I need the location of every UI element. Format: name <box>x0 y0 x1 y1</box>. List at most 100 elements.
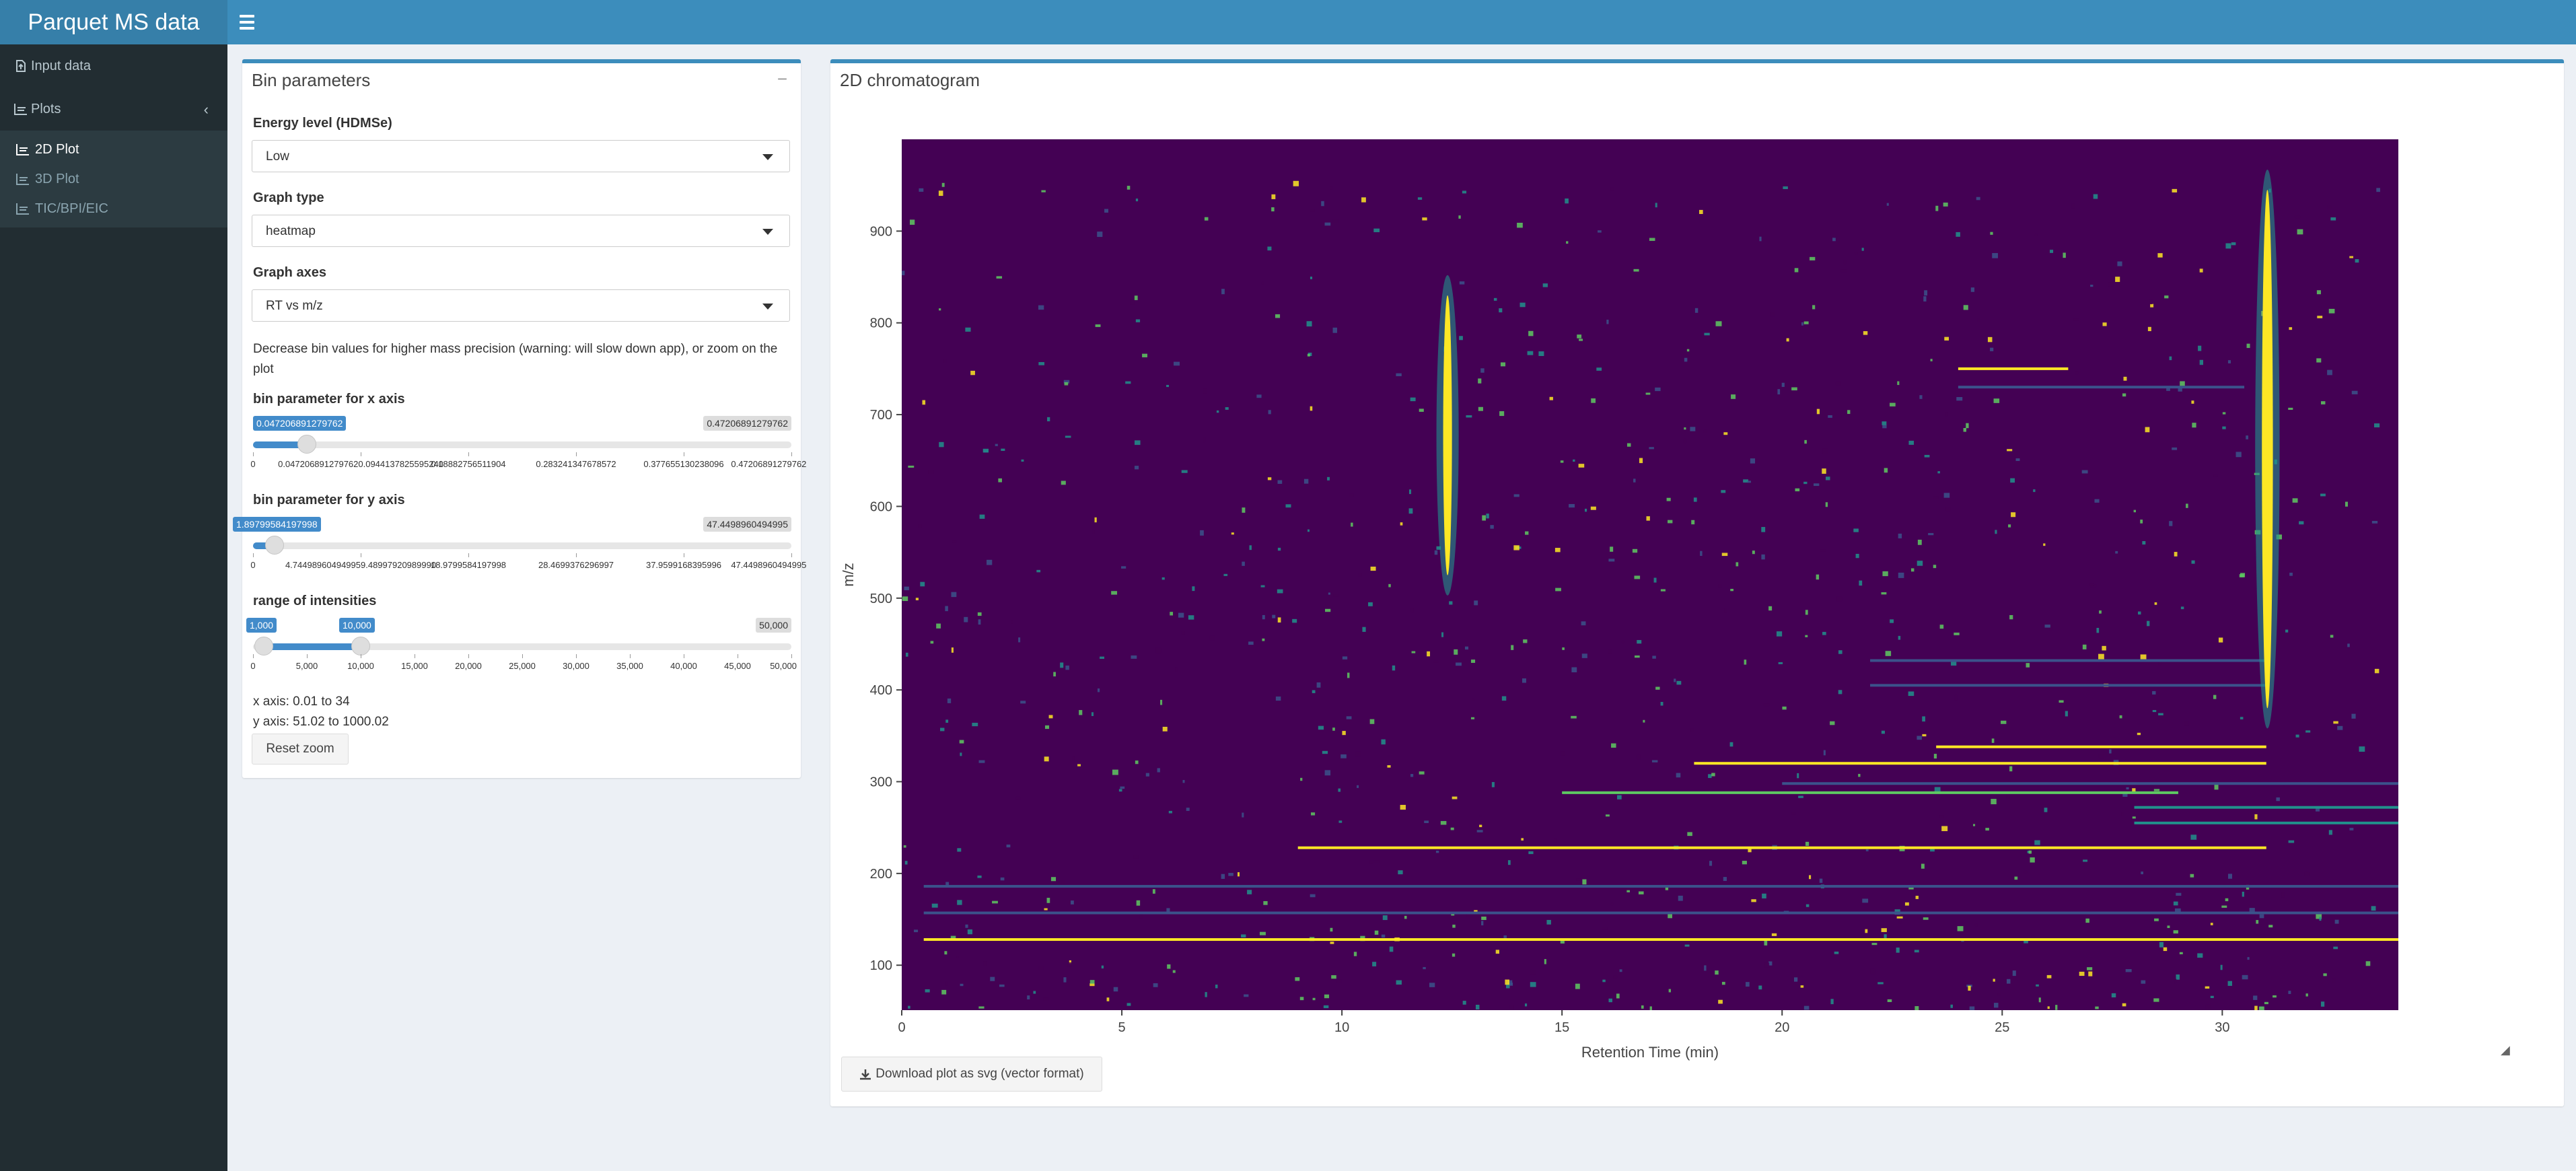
sidebar-item-label: 3D Plot <box>35 171 79 186</box>
y-bin-label: bin parameter for y axis <box>253 493 405 507</box>
slider-tick-label: 0 <box>250 661 256 671</box>
sidebar: Input data Plots ‹ 2D Plot 3D Plot TIC/B… <box>0 44 227 1171</box>
x-axis-range-text: x axis: 0.01 to 34 <box>253 695 350 709</box>
sidebar-item-plots[interactable]: Plots ‹ <box>0 87 227 131</box>
slider-tick-label: 35,000 <box>616 661 643 671</box>
file-upload-icon <box>13 59 28 73</box>
slider-tick <box>253 654 254 658</box>
slider-max-tag: 47.4498960494995 <box>703 517 791 532</box>
line-chart-icon <box>16 172 31 186</box>
energy-level-value: Low <box>266 149 289 164</box>
slider-handle[interactable] <box>297 435 316 454</box>
slider-tick <box>522 654 523 658</box>
collapse-icon[interactable]: − <box>777 69 787 90</box>
slider-handle-low[interactable] <box>254 637 273 655</box>
graph-type-select[interactable]: heatmap <box>252 215 790 247</box>
y-tick-label: 600 <box>870 499 892 514</box>
slider-tick-label: 28.4699376296997 <box>538 560 614 570</box>
graph-type-label: Graph type <box>253 190 324 205</box>
slider-tick-label: 20,000 <box>455 661 482 671</box>
slider-tick <box>791 654 792 658</box>
slider-tick <box>468 553 469 557</box>
slider-tick <box>253 553 254 557</box>
download-svg-button[interactable]: Download plot as svg (vector format) <box>841 1057 1102 1092</box>
slider-tick-label: 0 <box>250 560 256 570</box>
y-tick-label: 300 <box>870 775 892 790</box>
slider-fill <box>264 643 361 650</box>
y-tick-label: 200 <box>870 867 892 882</box>
slider-tick-label: 18.9799584197998 <box>430 560 507 570</box>
slider-tick-label: 0.377655130238096 <box>643 459 724 469</box>
y-tick-label: 700 <box>870 408 892 423</box>
app-logo[interactable]: Parquet MS data <box>0 0 227 44</box>
x-tick-label: 10 <box>1334 1020 1349 1035</box>
slider-tick-label: 37.9599168395996 <box>645 560 722 570</box>
x-tick-label: 30 <box>2215 1020 2229 1035</box>
y-axis-title: m/z <box>840 563 857 586</box>
bin-help-text: Decrease bin values for higher mass prec… <box>253 342 778 376</box>
slider-tick-label: 47.4498960494995 <box>731 560 807 570</box>
intensity-range-slider[interactable]: 1,000 10,000 50,000 0 5,000 10,000 15,000 20,00… <box>246 618 797 678</box>
slider-tick-label: 15,000 <box>401 661 428 671</box>
sidebar-submenu-plots: 2D Plot 3D Plot TIC/BPI/EIC <box>0 131 227 227</box>
slider-tick-label: 0.18882756511904 <box>431 459 506 469</box>
intensity-range-label: range of intensities <box>253 594 377 608</box>
x-tick-label: 5 <box>1118 1020 1125 1035</box>
x-axis-title: Retention Time (min) <box>1581 1044 1719 1061</box>
reset-zoom-button[interactable]: Reset zoom <box>252 734 349 765</box>
x-tick-label: 15 <box>1554 1020 1569 1035</box>
slider-tick <box>468 654 469 658</box>
energy-level-select[interactable]: Low <box>252 140 790 172</box>
chart-axes: 0 5 10 15 20 25 30 100 200 300 400 500 600 700 800 900 R… <box>840 224 2229 1061</box>
download-label: Download plot as svg (vector format) <box>875 1067 1084 1081</box>
graph-axes-select[interactable]: RT vs m/z <box>252 289 790 322</box>
slider-low-tag: 1,000 <box>246 618 277 633</box>
x-bin-label: bin parameter for x axis <box>253 392 405 406</box>
slider-tick-label: 0 <box>250 459 256 469</box>
slider-tick <box>791 553 792 557</box>
sidebar-item-label: 2D Plot <box>35 141 79 157</box>
sidebar-toggle-icon[interactable] <box>240 11 262 34</box>
sidebar-item-label: TIC/BPI/EIC <box>35 201 108 216</box>
slider-tick-label: 0.0472068912797620.0944137825595240 <box>278 459 443 469</box>
slider-track[interactable] <box>253 542 791 549</box>
slider-tick <box>576 452 577 456</box>
slider-handle-high[interactable] <box>351 637 370 655</box>
slider-high-tag: 10,000 <box>339 618 375 633</box>
slider-track[interactable] <box>253 441 791 448</box>
sidebar-item-label: Input data <box>31 58 91 73</box>
slider-tick-label: 25,000 <box>509 661 536 671</box>
sidebar-item-tic-bpi-eic[interactable]: TIC/BPI/EIC <box>0 194 227 223</box>
x-tick-label: 20 <box>1775 1020 1789 1035</box>
graph-axes-value: RT vs m/z <box>266 299 323 313</box>
sidebar-item-3d-plot[interactable]: 3D Plot <box>0 164 227 194</box>
y-tick-label: 100 <box>870 958 892 973</box>
sidebar-item-input-data[interactable]: Input data <box>0 44 227 87</box>
energy-level-label: Energy level (HDMSe) <box>253 116 392 131</box>
slider-max-tag: 0.47206891279762 <box>703 416 791 431</box>
y-bin-slider[interactable]: 1.89799584197998 47.4498960494995 0 4.74498… <box>233 517 806 577</box>
slider-tick <box>576 654 577 658</box>
x-tick-label: 0 <box>898 1020 905 1035</box>
slider-tick <box>630 654 631 658</box>
slider-tick-label: 40,000 <box>670 661 697 671</box>
slider-tick <box>576 553 577 557</box>
x-tick-label: 25 <box>1995 1020 2009 1035</box>
sidebar-item-label: Plots <box>31 101 61 116</box>
slider-tick-label: 10,000 <box>347 661 374 671</box>
download-icon <box>859 1068 871 1080</box>
slider-tick-label: 50,000 <box>770 661 797 671</box>
resize-handle-icon[interactable]: ◢ <box>2501 1043 2510 1057</box>
slider-value-tag: 0.047206891279762 <box>253 416 347 431</box>
slider-handle[interactable] <box>265 536 284 555</box>
line-chart-icon <box>13 102 28 116</box>
chevron-left-icon[interactable]: ‹ <box>204 101 209 118</box>
y-tick-label: 900 <box>870 224 892 239</box>
sidebar-item-2d-plot[interactable]: 2D Plot <box>0 135 227 164</box>
y-axis-range-text: y axis: 51.02 to 1000.02 <box>253 715 389 729</box>
slider-ticks: 0 5,000 10,000 15,000 20,000 25,000 30,000 35,0… <box>250 654 797 671</box>
x-bin-slider[interactable]: 0.047206891279762 0.47206891279762 0 0.0472… <box>250 416 806 476</box>
slider-tick <box>307 654 308 658</box>
panel-title: 2D chromatogram <box>840 70 980 90</box>
slider-ticks: 0 0.0472068912797620.0944137825595240 0.18… <box>250 452 806 469</box>
